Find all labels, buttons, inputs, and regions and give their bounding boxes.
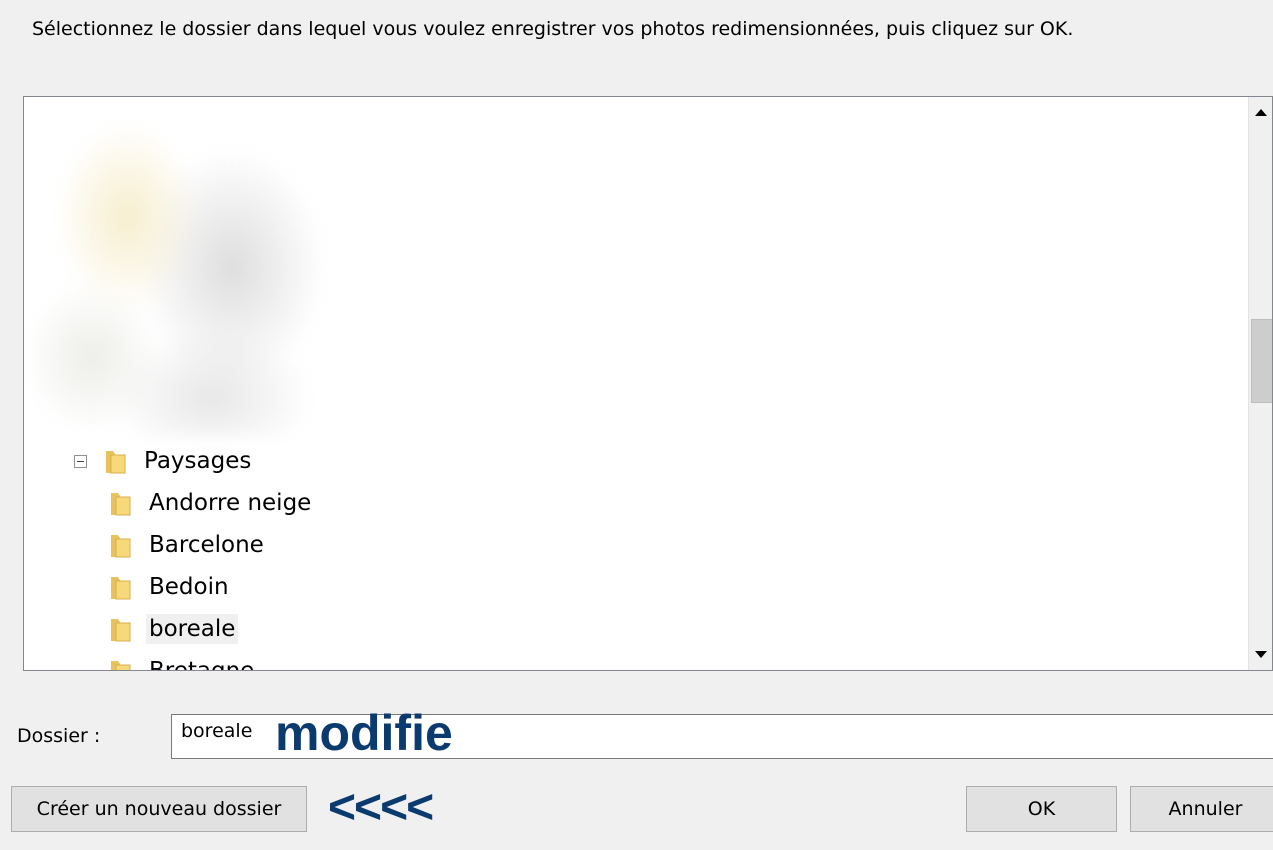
- tree-item-andorre-neige[interactable]: Andorre neige: [108, 482, 314, 524]
- tree-item-label: Bedoin: [149, 574, 229, 600]
- tree-item-barcelone[interactable]: Barcelone: [108, 524, 267, 566]
- create-folder-button[interactable]: Créer un nouveau dossier: [11, 786, 307, 832]
- blurred-region: [32, 107, 342, 437]
- tree-item-label: Andorre neige: [149, 490, 312, 516]
- tree-item-bedoin[interactable]: Bedoin: [108, 566, 232, 608]
- scrollbar-thumb[interactable]: [1251, 319, 1272, 403]
- annotation-modifie: modifie: [275, 705, 453, 761]
- tree-item-label: boreale: [146, 614, 239, 644]
- folder-icon: [111, 661, 131, 670]
- tree-item-label: Bretagne: [149, 658, 255, 671]
- folder-icon: [106, 451, 126, 474]
- scroll-down-arrow-icon[interactable]: [1249, 640, 1272, 670]
- folder-icon: [111, 619, 131, 642]
- tree-item-boreale[interactable]: boreale: [108, 608, 239, 650]
- folder-icon: [111, 493, 131, 516]
- collapse-icon[interactable]: [74, 454, 87, 468]
- annotation-arrows: <<<<: [328, 781, 434, 834]
- vertical-scrollbar[interactable]: [1248, 97, 1272, 670]
- folder-tree[interactable]: Paysages Andorre neige Barcelone Bedoin …: [23, 96, 1273, 671]
- folder-icon: [111, 535, 131, 558]
- tree-item-label: Barcelone: [149, 532, 264, 558]
- instruction-text: Sélectionnez le dossier dans lequel vous…: [32, 18, 1074, 40]
- cancel-button[interactable]: Annuler: [1130, 786, 1273, 832]
- tree-item-paysages[interactable]: Paysages: [74, 440, 254, 482]
- folder-field-label: Dossier :: [17, 725, 101, 747]
- scroll-up-arrow-icon[interactable]: [1249, 97, 1272, 127]
- folder-icon: [111, 577, 131, 600]
- ok-button[interactable]: OK: [966, 786, 1117, 832]
- tree-item-label: Paysages: [144, 448, 252, 474]
- tree-item-bretagne[interactable]: Bretagne: [108, 650, 257, 671]
